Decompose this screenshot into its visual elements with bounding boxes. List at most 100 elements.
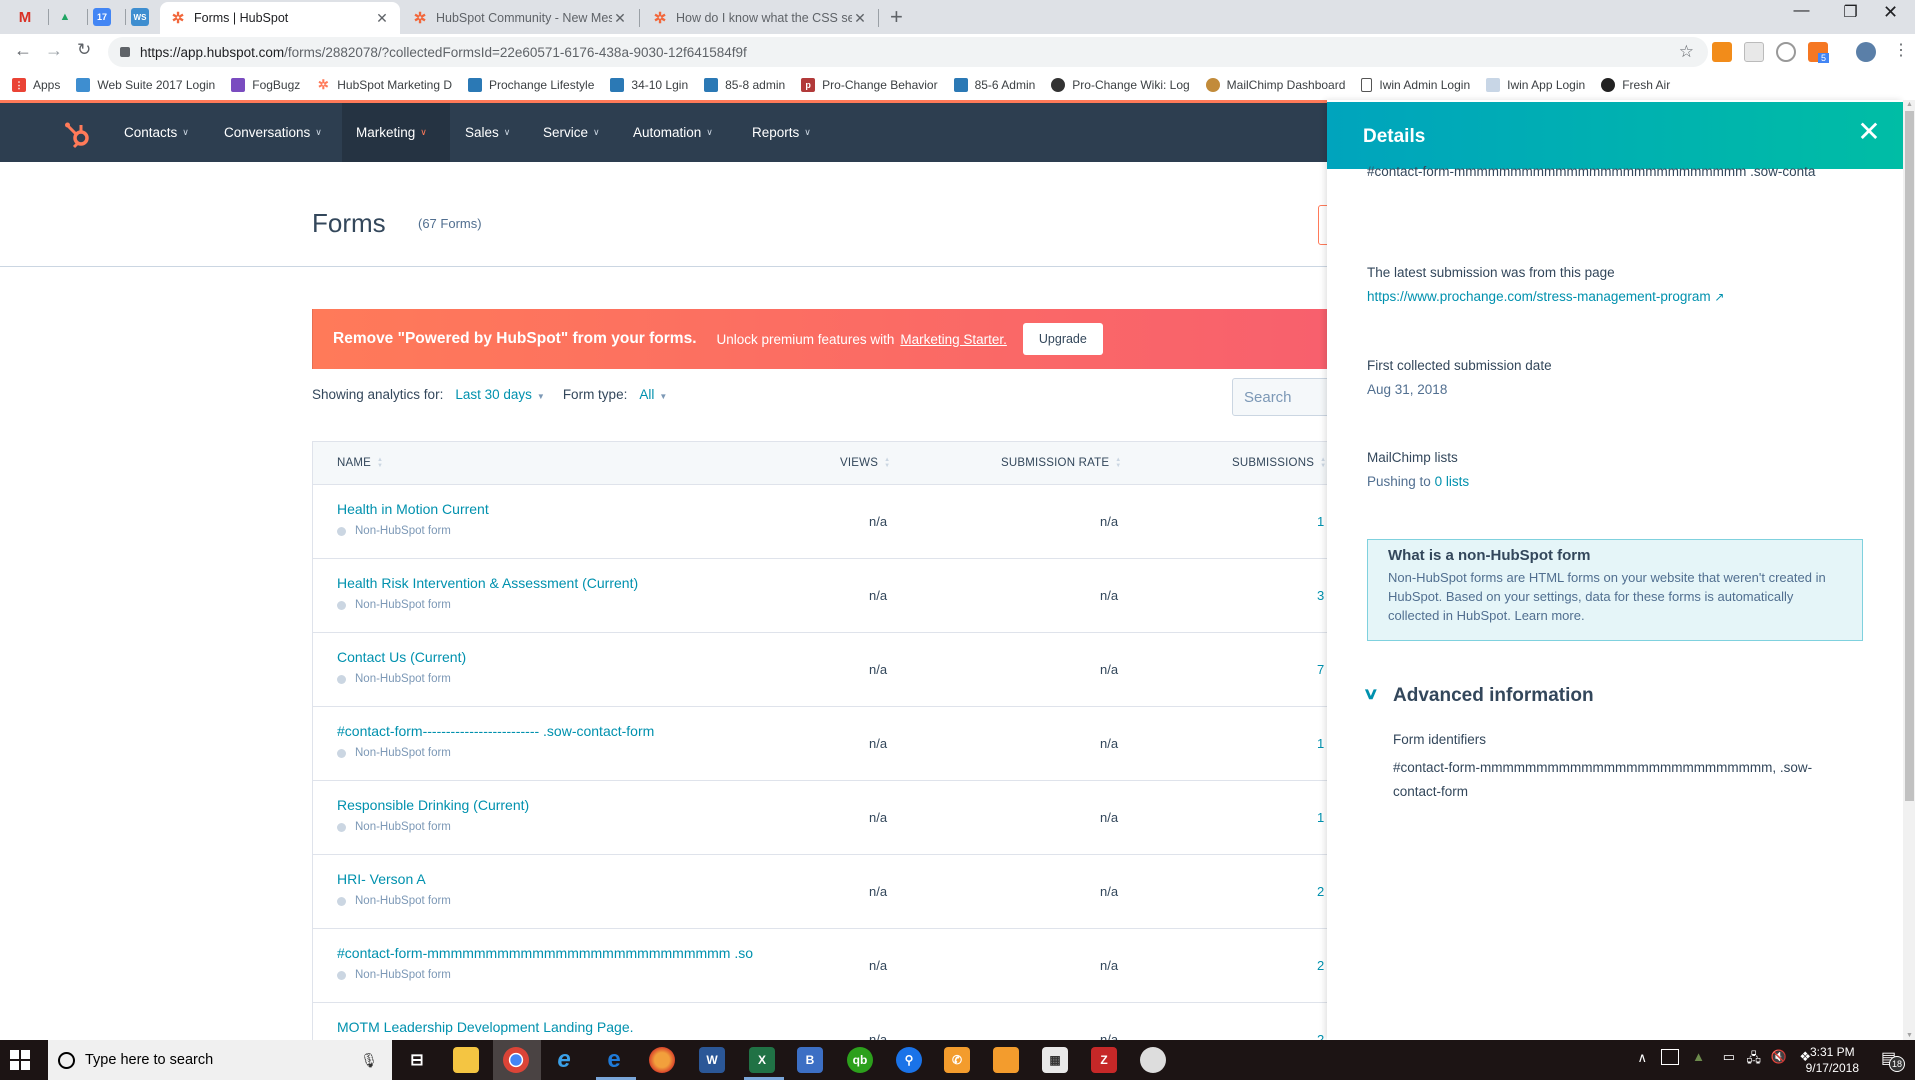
excel-icon[interactable]: X: [749, 1047, 775, 1073]
restore-button[interactable]: ❐: [1828, 2, 1873, 22]
close-tab-icon[interactable]: ✕: [612, 10, 628, 27]
submissions-link[interactable]: 2: [1317, 958, 1324, 973]
bookmark-item[interactable]: Pro-Change Wiki: Log: [1051, 78, 1190, 92]
form-name-link[interactable]: #contact-form------------------------- .…: [337, 723, 654, 739]
latest-submission-link[interactable]: https://www.prochange.com/stress-managem…: [1367, 289, 1724, 304]
pinned-tab-websuite[interactable]: WS: [131, 8, 149, 26]
close-tab-icon[interactable]: ✕: [374, 10, 390, 27]
z-app-icon[interactable]: Z: [1091, 1047, 1117, 1073]
bookmark-item[interactable]: ⋮ Apps: [12, 78, 60, 92]
column-header-submission-rate[interactable]: SUBMISSION RATE ▲ ▼: [1001, 457, 1121, 469]
tray-app-icon[interactable]: [1661, 1049, 1679, 1065]
submissions-link[interactable]: 1: [1317, 736, 1324, 751]
quickbooks-icon[interactable]: qb: [847, 1047, 873, 1073]
bookmark-item[interactable]: MailChimp Dashboard: [1205, 78, 1345, 92]
scroll-up-arrow-icon[interactable]: ▲: [1905, 101, 1914, 108]
bookmark-item[interactable]: Iwin Admin Login: [1361, 78, 1470, 92]
column-header-views[interactable]: VIEWS ▲ ▼: [840, 457, 890, 469]
scrollbar-thumb[interactable]: [1905, 111, 1914, 801]
nav-reports[interactable]: Reports ∨: [738, 103, 825, 162]
calculator-icon[interactable]: ▦: [1042, 1047, 1068, 1073]
bookmark-item[interactable]: Iwin App Login: [1486, 78, 1585, 92]
nav-conversations[interactable]: Conversations ∨: [210, 103, 336, 162]
maps-pin-icon[interactable]: ⚲: [896, 1047, 922, 1073]
form-name-link[interactable]: HRI- Verson A: [337, 871, 426, 887]
pinned-tab-gmail[interactable]: M: [14, 6, 36, 28]
back-button[interactable]: ←: [14, 40, 32, 61]
phone-app-icon[interactable]: ✆: [944, 1047, 970, 1073]
bookmark-item[interactable]: Prochange Lifestyle: [468, 78, 594, 92]
submissions-link[interactable]: 3: [1317, 588, 1324, 603]
bookmark-item[interactable]: p Pro-Change Behavior: [801, 78, 938, 92]
close-icon[interactable]: ✕: [1855, 118, 1883, 146]
snipping-tool-icon[interactable]: [1140, 1047, 1166, 1073]
forward-button[interactable]: →: [45, 40, 63, 61]
form-type-dropdown[interactable]: All ▼: [639, 387, 667, 402]
nav-sales[interactable]: Sales ∨: [451, 103, 524, 162]
minimize-button[interactable]: —: [1779, 2, 1824, 20]
submissions-link[interactable]: 1: [1317, 514, 1324, 529]
nav-marketing[interactable]: Marketing ∨: [342, 103, 450, 162]
mailchimp-lists-link[interactable]: 0 lists: [1435, 474, 1470, 489]
network-icon[interactable]: 🖧: [1747, 1049, 1762, 1071]
advanced-information-toggle[interactable]: Advanced information: [1393, 685, 1594, 707]
form-name-link[interactable]: MOTM Leadership Development Landing Page…: [337, 1019, 634, 1035]
form-name-link[interactable]: Health in Motion Current: [337, 501, 489, 517]
taskbar-search-box[interactable]: Type here to search 🎙: [48, 1040, 392, 1080]
bookmark-item[interactable]: Web Suite 2017 Login: [76, 78, 215, 92]
form-name-link[interactable]: Contact Us (Current): [337, 649, 466, 665]
app-icon[interactable]: [993, 1047, 1019, 1073]
chrome-menu-icon[interactable]: ⋮: [1893, 40, 1909, 60]
address-bar[interactable]: https://app.hubspot.com/forms/2882078/?c…: [108, 37, 1708, 67]
bookmark-star-icon[interactable]: ☆: [1679, 42, 1694, 62]
pinned-tab-calendar[interactable]: 17: [93, 8, 111, 26]
nav-automation[interactable]: Automation ∨: [619, 103, 727, 162]
bookmark-item[interactable]: FogBugz: [231, 78, 300, 92]
tab-css-selector-question[interactable]: ✲ How do I know what the CSS sele ✕: [642, 2, 878, 34]
extension-page-icon[interactable]: [1744, 42, 1764, 62]
close-tab-icon[interactable]: ✕: [852, 10, 868, 27]
extension-s-icon[interactable]: [1776, 42, 1796, 62]
column-header-submissions[interactable]: SUBMISSIONS ▲ ▼: [1232, 457, 1326, 469]
chevron-down-icon[interactable]: ∨: [1363, 684, 1379, 704]
bookmark-item[interactable]: Fresh Air: [1601, 78, 1670, 92]
bd-app-icon[interactable]: B: [797, 1047, 823, 1073]
task-view-icon[interactable]: ⊟: [404, 1047, 430, 1073]
battery-icon[interactable]: ▭: [1723, 1049, 1735, 1065]
show-hidden-icons[interactable]: ∧: [1637, 1050, 1647, 1066]
scroll-down-arrow-icon[interactable]: ▼: [1905, 1032, 1914, 1039]
close-window-button[interactable]: ✕: [1868, 2, 1913, 23]
extension-r-icon[interactable]: [1712, 42, 1732, 62]
submissions-link[interactable]: 7: [1317, 662, 1324, 677]
new-tab-button[interactable]: +: [890, 4, 903, 30]
page-scrollbar[interactable]: ▲ ▼: [1903, 100, 1915, 1040]
google-drive-sync-icon[interactable]: ▲: [1692, 1049, 1705, 1064]
form-name-link[interactable]: #contact-form-mmmmmmmmmmmmmmmmmmmmmmmmmm…: [337, 945, 753, 961]
microphone-icon[interactable]: 🎙: [360, 1052, 378, 1069]
submissions-link[interactable]: 1: [1317, 810, 1324, 825]
submissions-link[interactable]: 2: [1317, 884, 1324, 899]
edge-icon[interactable]: e: [601, 1046, 627, 1073]
extension-hubspot-icon[interactable]: 5: [1808, 42, 1830, 63]
action-center-icon[interactable]: ▤ 18: [1881, 1048, 1905, 1072]
tab-forms-hubspot[interactable]: ✲ Forms | HubSpot ✕: [160, 2, 400, 34]
column-header-name[interactable]: NAME ▲ ▼: [337, 457, 383, 469]
tab-hubspot-community[interactable]: ✲ HubSpot Community - New Mes ✕: [402, 2, 638, 34]
bookmark-item[interactable]: 34-10 Lgin: [610, 78, 688, 92]
marketing-starter-link[interactable]: Marketing Starter.: [900, 332, 1007, 347]
bookmark-item[interactable]: ✲ HubSpot Marketing D: [316, 77, 452, 92]
reload-button[interactable]: ↻: [77, 40, 91, 60]
bookmark-item[interactable]: 85-8 admin: [704, 78, 785, 92]
file-explorer-icon[interactable]: [453, 1047, 479, 1073]
pinned-tab-drive[interactable]: ▲: [54, 6, 76, 28]
profile-avatar[interactable]: [1856, 42, 1876, 62]
nav-contacts[interactable]: Contacts ∨: [110, 103, 203, 162]
form-name-link[interactable]: Responsible Drinking (Current): [337, 797, 529, 813]
bookmark-item[interactable]: 85-6 Admin: [953, 78, 1035, 92]
hubspot-logo-icon[interactable]: [64, 117, 92, 149]
date-range-dropdown[interactable]: Last 30 days ▼: [455, 387, 544, 402]
firefox-icon[interactable]: [649, 1047, 675, 1073]
nav-service[interactable]: Service ∨: [529, 103, 614, 162]
word-icon[interactable]: W: [699, 1047, 725, 1073]
volume-muted-icon[interactable]: 🔇: [1771, 1049, 1787, 1065]
